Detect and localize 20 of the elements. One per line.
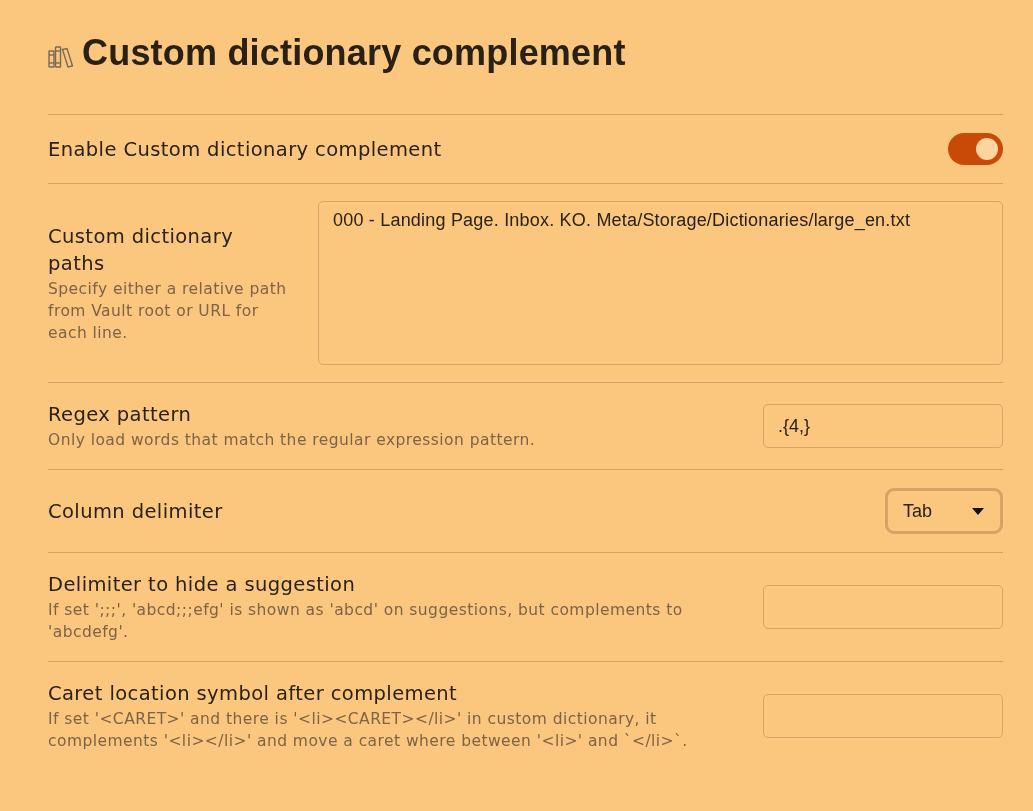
setting-name: Enable Custom dictionary complement <box>48 136 443 163</box>
setting-name: Custom dictionary paths <box>48 223 235 277</box>
setting-name: Regex pattern <box>48 402 193 428</box>
setting-description: Specify either a relative path from Vault root or URL for each line. <box>48 278 288 344</box>
input-field[interactable]: .{4,} <box>763 404 1003 448</box>
setting-description: If set ';;;', 'abcd;;;efg' is shown as 'abcd' on suggestions, but complements to 'abcdefg'. <box>48 600 684 643</box>
dropdown[interactable]: Tab <box>885 488 1003 534</box>
dropdown-value: Tab <box>903 500 933 522</box>
paths-textarea[interactable]: 000 - Landing Page. Inbox. KO. Meta/Storage/Dictionaries/large_en.txt <box>318 201 1003 365</box>
books-icon <box>48 46 74 68</box>
caret-down-icon <box>972 507 984 515</box>
setting-description: If set '<CARET>' and there is '<li><CARET></li>' in custom dictionary, it complements '<li></li>' and move a caret where between '<li>' and `</li>`. <box>48 709 689 752</box>
setting-description: Only load words that match the regular expression pattern. <box>48 430 537 451</box>
setting-name: Column delimiter <box>48 498 224 525</box>
setting-name: Delimiter to hide a suggestion <box>48 572 357 598</box>
toggle-switch[interactable] <box>948 133 1003 165</box>
input-field[interactable] <box>763 585 1003 629</box>
page-title: Custom dictionary complement <box>82 32 626 74</box>
input-field[interactable] <box>763 694 1003 738</box>
setting-name: Caret location symbol after complement <box>48 681 459 707</box>
